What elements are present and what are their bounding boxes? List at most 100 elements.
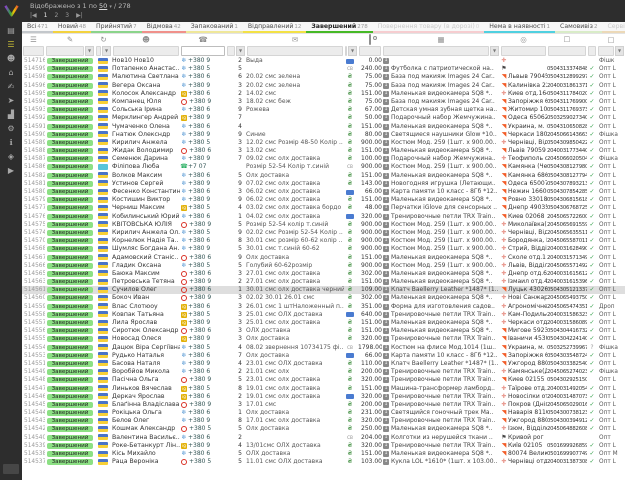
order-row[interactable]: 514539ЗавершенийРоке-Бетанкурт Лін..ig+3… [22, 442, 625, 450]
page-button-3[interactable]: 3 [65, 12, 69, 19]
filter-input-8[interactable] [359, 46, 381, 56]
filter-input-2[interactable] [96, 46, 101, 56]
filter-input-1[interactable] [46, 46, 84, 56]
info-icon[interactable]: ℹ [4, 138, 18, 148]
page-size-dropdown[interactable]: 50 [99, 2, 107, 10]
filter-dropdown-icon[interactable]: ▼ [102, 46, 111, 56]
order-row[interactable]: 514559ЗавершенийВлас Слотюоуig+380 6326.… [22, 303, 625, 311]
filter-input-11[interactable] [548, 46, 586, 56]
comment-icon[interactable]: ✉ [246, 34, 344, 45]
tab-завершений[interactable]: Завершений278 [306, 22, 372, 33]
tab-повернення-товару-в-дорозі-[interactable]: Повернення товару (в дорозі)0 [373, 22, 485, 33]
order-row[interactable]: 514557ЗавершенийЛила Ярославig+380 9325.… [22, 319, 625, 327]
client-icon[interactable]: ☻ [112, 34, 180, 45]
filter-input-13[interactable] [598, 46, 614, 56]
filter-input-12[interactable] [588, 46, 596, 56]
filter-dropdown-icon[interactable]: ▼ [348, 46, 357, 56]
order-row[interactable]: 514716ЗавершенийНов10 Нов10❄+380 92Выда0… [22, 57, 625, 65]
order-row[interactable]: 514590ЗавершенийГнатюк Олексндр❄+380 99С… [22, 131, 625, 139]
order-row[interactable]: 514543ЗавершенийБелов Олег❄+380 9817.01 … [22, 417, 625, 425]
order-row[interactable]: 514575ЗавершенийКВІТОВСЬКА ЮЛІЯ+380 95Ро… [22, 221, 625, 229]
order-row[interactable]: 514553ЗавершенийРудько Наталья❄+380 67Ол… [22, 352, 625, 360]
location-icon[interactable]: ◎ [500, 34, 547, 45]
filter-input-3[interactable] [113, 46, 179, 56]
bank-icon[interactable]: ⌂ [4, 68, 18, 78]
order-row[interactable]: 514586ЗавершенийФіліпова Люба☎+7 07Розмі… [22, 163, 625, 171]
order-row[interactable]: 514548ЗавершенийПасічна Ольга+380 9523.0… [22, 376, 625, 384]
order-row[interactable]: 514566ЗавершенийГладик Оксана❄+380 55Гол… [22, 262, 625, 270]
order-row[interactable]: 514595ЗавершенийКолосок Александрig+380 … [22, 90, 625, 98]
support-icon[interactable]: ◈ [4, 152, 18, 162]
tasks-icon[interactable]: ✍ [4, 82, 18, 92]
order-row[interactable]: 514588ЗавершенийЖидак Володимир+380 6313… [22, 147, 625, 155]
marketing-icon[interactable]: ➤ [4, 96, 18, 106]
order-row[interactable]: 514537ЗавершенийРаца Вероніка+380 5511.0… [22, 458, 625, 466]
tags-icon[interactable]: ▢ [597, 34, 625, 45]
order-row[interactable]: 514580ЗавершенийФесенко Константин❄+380 … [22, 188, 625, 196]
order-row[interactable]: 514565ЗавершенийБаюка Максим+380 6327.01… [22, 270, 625, 278]
order-row[interactable]: 514582ЗавершенийВолков Максим❄+380 65Олх… [22, 172, 625, 180]
filter-input-4[interactable] [181, 46, 225, 56]
tab-запакований[interactable]: Запакований1 [186, 22, 243, 33]
order-row[interactable]: 514599ЗавершенийПотапенко Анастас..❄+380… [22, 65, 625, 73]
automation-icon[interactable]: ⚙ [4, 124, 18, 134]
order-row[interactable]: 514581ЗавершенийУстинов Сергей❄+380 9907… [22, 180, 625, 188]
filter-dropdown-icon[interactable]: ▼ [490, 46, 499, 56]
filter-dropdown-icon[interactable]: ▼ [615, 46, 624, 56]
filter-input-6[interactable] [247, 46, 343, 56]
tab-відправлений[interactable]: Відправлений12 [243, 22, 307, 33]
page-button-1[interactable]: 1 [44, 12, 48, 19]
order-row[interactable]: 514554ЗавершенийДацюк Віра Сергіївна❄+38… [22, 344, 625, 352]
order-row[interactable]: 514587ЗавершенийСеменюк Дарина❄+380 9709… [22, 155, 625, 163]
tab-всі[interactable]: Всі471 [22, 22, 53, 33]
tab-самовивіз[interactable]: Самовивіз2 [555, 22, 602, 33]
order-row[interactable]: 514589ЗавершенийКирилич Анжела❄+380 5312… [22, 139, 625, 147]
products-icon[interactable]: ▦ [382, 34, 500, 45]
order-row[interactable]: 514544ЗавершенийРокіцька Ольга❄+380 61Ол… [22, 409, 625, 417]
payment-icon[interactable] [358, 34, 382, 45]
filter-input-0[interactable] [23, 46, 44, 56]
status-icon[interactable]: ✎ [45, 34, 95, 45]
filter-dropdown-icon[interactable]: ▼ [85, 46, 94, 56]
sidebar-collapse-button[interactable] [3, 464, 19, 474]
order-row[interactable]: 514596ЗавершенийВегера Оксана❄+380 9320.… [22, 82, 625, 90]
clients-icon[interactable]: ☻ [4, 54, 18, 64]
order-row[interactable]: 514549ЗавершенийВоробйов Микола❄+380 622… [22, 368, 625, 376]
page-button-2[interactable]: 2 [54, 12, 58, 19]
orders-icon[interactable]: ☰ [4, 40, 18, 50]
order-row[interactable]: 514546ЗавершенийДеркач Ярославig+380 621… [22, 393, 625, 401]
tab-новий[interactable]: Новий48 [53, 22, 91, 33]
dashboard-icon[interactable]: ▤ [4, 26, 18, 36]
last-page-button[interactable]: ▶| [76, 12, 83, 19]
order-row[interactable]: 514598ЗавершенийМалютина Светлана❄+380 6… [22, 73, 625, 81]
order-row[interactable]: 514556ЗавершенийСиротюк Олександр+380 63… [22, 327, 625, 335]
order-row[interactable]: 514558ЗавершенийКовпак Татьянаig+380 532… [22, 311, 625, 319]
tab-сервіси[interactable]: Сервіси0 [602, 22, 625, 33]
order-row[interactable]: 514555ЗавершенийНовосад Олесяig+380 93Ол… [22, 335, 625, 343]
order-row[interactable]: 514560ЗавершенийБокоч Иван+380 9302.02 3… [22, 294, 625, 302]
order-row[interactable]: 514591ЗавершенийЧумаченко Олена❄+380 64₴… [22, 123, 625, 131]
order-row[interactable]: 514592ЗавершенийМерклингер Андрейig+380 … [22, 114, 625, 122]
stats-icon[interactable]: ▟ [4, 110, 18, 120]
filter-input-10[interactable] [501, 46, 546, 56]
order-row[interactable]: 514579ЗавершенийКостишин Виктор❄+380 990… [22, 196, 625, 204]
order-row[interactable]: 514594ЗавершенийКомпанец Юля+380 9318.02… [22, 98, 625, 106]
order-row[interactable]: 514542ЗавершенийКошмак Александр+380 55О… [22, 425, 625, 433]
chevron-down-icon[interactable]: ▾ [109, 4, 112, 10]
order-row[interactable]: 514577ЗавершенийЧерниш Максимig+380 5403… [22, 204, 625, 212]
order-row[interactable]: 514561ЗавершенийСучилов Олег+380 6130.01… [22, 286, 625, 294]
order-row[interactable]: 514545ЗавершенийБлаґінна Владіслава+380 … [22, 401, 625, 409]
order-row[interactable]: 514563ЗавершенийПетровська Тетяна+380 92… [22, 278, 625, 286]
first-page-button[interactable]: |◀ [30, 12, 37, 19]
order-row[interactable]: 514568ЗавершенийШумляс Богдана Ан..❄+380… [22, 245, 625, 253]
app-logo[interactable] [0, 0, 22, 20]
filter-input-7[interactable] [345, 46, 347, 56]
filter-input-9[interactable] [383, 46, 489, 56]
source-icon[interactable]: ↻ [95, 34, 112, 45]
order-row[interactable]: 514570ЗавершенийКорнелюк Надія Та..❄+380… [22, 237, 625, 245]
order-row[interactable]: 514538ЗавершенийКісь Михайло❄+380 65ОЛХ … [22, 450, 625, 458]
tracking-icon[interactable]: ☐ [547, 34, 587, 45]
tab-нема-в-наявності[interactable]: Нема в наявності1 [484, 22, 555, 33]
filter-input-5[interactable] [227, 46, 235, 56]
order-row[interactable]: 514540ЗавершенийВалентина Васильє..❄+380… [22, 434, 625, 442]
